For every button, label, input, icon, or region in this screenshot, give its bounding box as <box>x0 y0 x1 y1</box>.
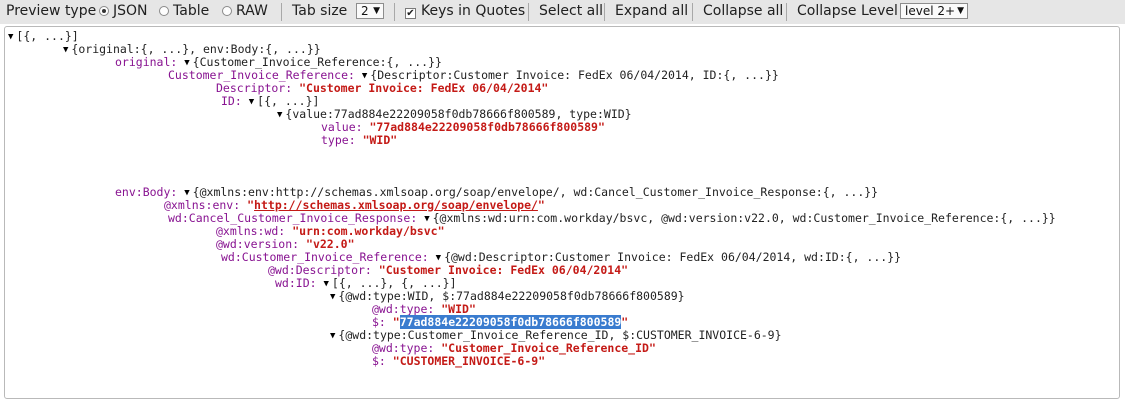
radio-unselected-icon[interactable] <box>222 6 232 16</box>
expand-toggle-icon[interactable]: ▼ <box>330 292 335 302</box>
node-summary: [{, ...}] <box>16 29 79 43</box>
node-value: "CUSTOMER_INVOICE-6-9" <box>392 354 546 368</box>
radio-json[interactable]: JSON <box>99 0 148 24</box>
tab-size-value: 2 <box>361 4 369 18</box>
node-key: $: <box>372 315 386 329</box>
radio-unselected-icon[interactable] <box>159 6 169 16</box>
quote-mark: " <box>392 315 400 329</box>
tab-size-select[interactable]: 2 ▼ <box>356 3 384 19</box>
collapse-level-value: level 2+ <box>905 4 956 18</box>
expand-toggle-icon[interactable]: ▼ <box>8 32 13 42</box>
tree-leaf-type[interactable]: type: "WID" <box>321 134 397 147</box>
node-key: wd:Customer_Invoice_Reference: <box>221 250 429 264</box>
toolbar-divider <box>528 3 529 21</box>
node-summary: {@xmlns:env:http://schemas.xmlsoap.org/s… <box>192 185 879 199</box>
quote-mark: " <box>537 198 545 212</box>
node-key: @wd:version: <box>216 237 300 251</box>
node-key: @wd:type: <box>372 302 435 316</box>
chevron-down-icon: ▼ <box>373 6 380 16</box>
tree-node-root[interactable]: ▼ [{, ...}] <box>8 30 79 43</box>
node-summary: [{, ...}, {, ...}] <box>331 276 457 290</box>
node-summary: {@wd:Descriptor:Customer Invoice: FedEx … <box>444 250 902 264</box>
toolbar-divider <box>692 3 693 21</box>
node-summary: {original:{, ...}, env:Body:{, ...}} <box>71 42 321 56</box>
toolbar-divider <box>604 3 605 21</box>
tree-leaf-wd-id-1-dollar[interactable]: $: "CUSTOMER_INVOICE-6-9" <box>372 355 545 368</box>
radio-selected-icon[interactable] <box>99 6 109 16</box>
node-key: env:Body: <box>115 185 178 199</box>
node-value: "WID" <box>441 302 476 316</box>
node-summary: {@xmlns:wd:urn:com.workday/bsvc, @wd:ver… <box>432 211 1056 225</box>
node-value-selected[interactable]: 77ad884e22209058f0db78666f800589 <box>399 315 622 329</box>
checkbox-checked-icon[interactable]: ✔ <box>405 8 416 19</box>
node-key: ID: <box>221 94 242 108</box>
node-summary: {@wd:type:Customer_Invoice_Reference_ID,… <box>338 328 782 342</box>
toolbar-divider <box>786 3 787 21</box>
node-value: "Customer Invoice: FedEx 06/04/2014" <box>299 81 549 95</box>
preview-type-label: Preview type <box>6 3 97 19</box>
node-value: "v22.0" <box>306 237 355 251</box>
node-value: "Customer_Invoice_Reference_ID" <box>441 341 656 355</box>
node-key: wd:ID: <box>275 276 317 290</box>
expand-toggle-icon[interactable]: ▼ <box>424 214 429 224</box>
node-key: @wd:Descriptor: <box>268 263 372 277</box>
node-key: Descriptor: <box>216 81 293 95</box>
node-key: $: <box>372 354 386 368</box>
expand-toggle-icon[interactable]: ▼ <box>63 45 68 55</box>
expand-toggle-icon[interactable]: ▼ <box>249 97 254 107</box>
keys-in-quotes-label: Keys in Quotes <box>421 3 526 19</box>
node-key: Customer_Invoice_Reference: <box>168 68 355 82</box>
radio-json-label: JSON <box>113 3 148 19</box>
node-value-link[interactable]: http://schemas.xmlsoap.org/soap/envelope… <box>254 198 538 212</box>
chevron-down-icon: ▼ <box>957 6 964 16</box>
collapse-all-button[interactable]: Collapse all <box>703 0 783 24</box>
node-key: original: <box>115 55 178 69</box>
node-summary: {@wd:type:WID, $:77ad884e22209058f0db786… <box>338 289 685 303</box>
expand-toggle-icon[interactable]: ▼ <box>362 71 367 81</box>
expand-toggle-icon[interactable]: ▼ <box>184 188 189 198</box>
expand-toggle-icon[interactable]: ▼ <box>436 253 441 263</box>
toolbar-divider <box>394 3 395 21</box>
node-summary: {value:77ad884e22209058f0db78666f800589,… <box>285 107 632 121</box>
node-value: "77ad884e22209058f0db78666f800589" <box>369 120 605 134</box>
collapse-level-select[interactable]: level 2+ ▼ <box>900 3 968 19</box>
node-value: "WID" <box>362 133 398 147</box>
expand-toggle-icon[interactable]: ▼ <box>323 279 328 289</box>
expand-toggle-icon[interactable]: ▼ <box>277 110 282 120</box>
collapse-level-label: Collapse Level <box>797 3 898 19</box>
toolbar-divider <box>281 3 282 21</box>
expand-toggle-icon[interactable]: ▼ <box>330 331 335 341</box>
keys-in-quotes-toggle[interactable]: ✔ Keys in Quotes <box>405 0 525 24</box>
quote-mark: " <box>247 198 255 212</box>
expand-all-button[interactable]: Expand all <box>615 0 688 24</box>
toolbar: Preview type JSON Table RAW Tab size 2 ▼… <box>0 0 1125 24</box>
node-key: wd:Cancel_Customer_Invoice_Response: <box>168 211 418 225</box>
radio-table[interactable]: Table <box>159 0 209 24</box>
quote-mark: " <box>621 315 629 329</box>
node-summary: {Customer_Invoice_Reference:{, ...}} <box>192 55 442 69</box>
node-summary: {Descriptor:Customer Invoice: FedEx 06/0… <box>370 68 779 82</box>
json-tree-viewer[interactable]: ▼ [{, ...}] ▼ {original:{, ...}, env:Body:… <box>4 26 1120 399</box>
node-key: @xmlns:env: <box>164 198 241 212</box>
radio-raw[interactable]: RAW <box>222 0 268 24</box>
radio-table-label: Table <box>173 3 210 19</box>
node-key: value: <box>321 120 363 134</box>
node-key: type: <box>321 133 356 147</box>
node-key: @wd:type: <box>372 341 435 355</box>
node-value: "urn:com.workday/bsvc" <box>292 224 445 238</box>
node-value: "Customer Invoice: FedEx 06/04/2014" <box>378 263 629 277</box>
node-key: @xmlns:wd: <box>216 224 286 238</box>
node-summary: [{, ...}] <box>257 94 320 108</box>
select-all-button[interactable]: Select all <box>539 0 603 24</box>
radio-raw-label: RAW <box>236 3 268 19</box>
expand-toggle-icon[interactable]: ▼ <box>184 58 189 68</box>
tab-size-label: Tab size <box>292 3 348 19</box>
